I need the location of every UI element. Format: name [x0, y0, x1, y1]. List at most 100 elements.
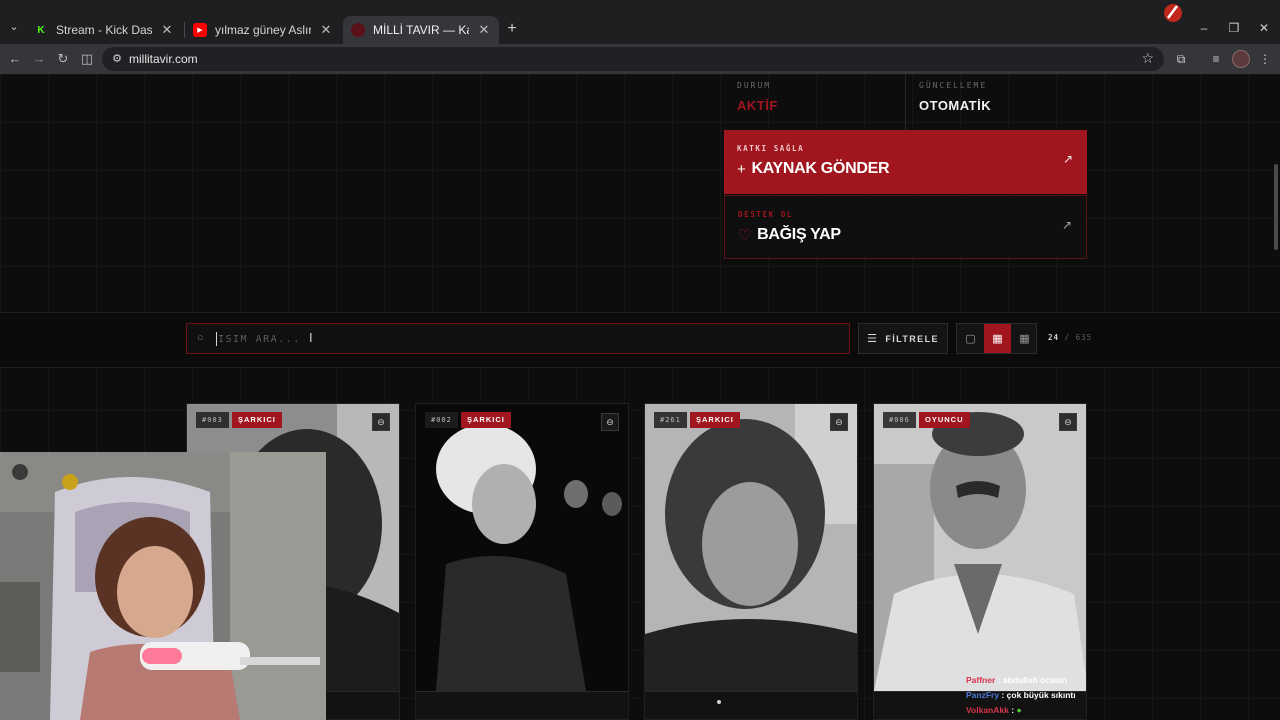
card-number: #002 — [425, 412, 458, 428]
view-grid-3x3-icon[interactable]: ▦ — [1011, 324, 1038, 353]
card-number: #006 — [883, 412, 916, 428]
kaynak-gonder-button[interactable]: KATKI SAĞLA + KAYNAK GÖNDER ↗ — [724, 130, 1087, 194]
media-controls-icon[interactable]: ≡ — [1207, 50, 1225, 68]
stat-label: GÜNCELLEME — [919, 81, 988, 90]
search-input[interactable] — [218, 330, 818, 348]
chat-message: VolkanAkk : ● — [966, 705, 1106, 720]
page-scrollbar[interactable] — [1274, 164, 1278, 250]
category-badge: ŞARKICI — [461, 412, 511, 428]
person-photo — [645, 404, 857, 691]
person-card[interactable]: #002 ŞARKICI ⊖ — [415, 403, 629, 720]
close-icon[interactable]: ✕ — [160, 22, 174, 38]
heart-icon: ♡ — [738, 227, 752, 244]
chat-username: VolkanAkk — [966, 705, 1009, 715]
plus-icon: + — [737, 160, 746, 178]
filter-label: FİLTRELE — [885, 333, 939, 344]
tab-title: Stream - Kick Dashboard — [56, 23, 152, 37]
back-icon[interactable]: ← — [6, 50, 24, 68]
view-grid-2x2-icon[interactable]: ▦ — [984, 324, 1011, 353]
arrow-up-right-icon: ↗ — [1061, 218, 1072, 232]
search-icon: ○ — [197, 332, 204, 344]
count-separator: / — [1064, 333, 1071, 342]
shown-count: 24 — [1048, 333, 1060, 342]
cta-label: DESTEK OL — [738, 210, 794, 219]
tab-kick-dashboard[interactable]: K Stream - Kick Dashboard ✕ — [26, 16, 182, 44]
chat-username: PanzFry — [966, 690, 1000, 700]
total-count: 635 — [1075, 333, 1093, 342]
card-footer — [645, 691, 857, 719]
stat-value: OTOMATİK — [919, 98, 992, 113]
profile-avatar[interactable] — [1232, 50, 1250, 68]
browser-toolbar: ← → ↻ ◫ ⚙ millitavir.com ☆ ⧉ ≡ ⋮ — [0, 44, 1280, 74]
stream-chat-overlay: Paffner : abdullah öcalan PanzFry : çok … — [966, 675, 1106, 720]
menu-kebab-icon[interactable]: ⋮ — [1256, 50, 1274, 68]
chat-text: : çok büyük sıkıntı — [1001, 690, 1076, 700]
url-text: millitavir.com — [129, 52, 198, 66]
reload-icon[interactable]: ↻ — [54, 50, 72, 68]
text-caret — [216, 332, 217, 346]
category-badge: ŞARKICI — [690, 412, 740, 428]
stat-guncelleme: GÜNCELLEME OTOMATİK — [919, 74, 1089, 130]
tab-youtube[interactable]: ▶ yılmaz güney Aslında Kimdi? | Y ✕ — [185, 16, 341, 44]
person-card[interactable]: #261 ŞARKICI ⊖ — [644, 403, 858, 720]
site-icon — [351, 23, 365, 37]
chat-username: Paffner — [966, 675, 996, 685]
close-icon[interactable]: ✕ — [477, 22, 491, 38]
filter-button[interactable]: ☰ FİLTRELE — [858, 323, 948, 354]
category-badge: OYUNCU — [919, 412, 970, 428]
site-info-icon[interactable]: ⚙ — [110, 52, 124, 66]
link-icon[interactable]: ⊖ — [1059, 413, 1077, 431]
arrow-up-right-icon: ↗ — [1062, 152, 1073, 166]
card-footer — [416, 691, 628, 719]
forward-icon[interactable]: → — [30, 50, 48, 68]
chat-message: PanzFry : çok büyük sıkıntı — [966, 690, 1106, 705]
tab-search-icon[interactable]: ⌄ — [6, 20, 22, 36]
carousel-dot[interactable] — [717, 700, 721, 704]
card-number: #261 — [654, 412, 687, 428]
tab-milli-tavir[interactable]: MİLLİ TAVIR — Kamuya Açık Pe ✕ — [343, 16, 499, 44]
person-photo — [416, 404, 628, 691]
chat-text: : abdullah öcalan — [997, 675, 1068, 685]
chat-emote-icon: ● — [1016, 705, 1022, 715]
link-icon[interactable]: ⊖ — [601, 413, 619, 431]
kick-icon: K — [34, 23, 48, 37]
close-window-icon[interactable]: ✕ — [1256, 20, 1272, 36]
card-number: #003 — [196, 412, 229, 428]
extensions-icon[interactable]: ⧉ — [1172, 50, 1190, 68]
link-icon[interactable]: ⊖ — [372, 413, 390, 431]
stat-durum: DURUM AKTİF — [737, 74, 907, 130]
cta-title: + KAYNAK GÖNDER — [737, 160, 890, 178]
split-view-icon[interactable]: ◫ — [78, 50, 96, 68]
stat-divider — [905, 74, 906, 130]
minimize-icon[interactable]: – — [1196, 20, 1212, 36]
chat-message: Paffner : abdullah öcalan — [966, 675, 1106, 690]
new-tab-plus-icon[interactable]: + — [503, 20, 521, 38]
text-cursor-icon: I — [309, 330, 313, 345]
category-badge: ŞARKICI — [232, 412, 282, 428]
person-photo — [874, 404, 1086, 691]
cta-title: ♡ BAĞIŞ YAP — [738, 226, 841, 244]
webcam-overlay — [0, 452, 326, 720]
person-card[interactable]: #006 OYUNCU ⊖ — [873, 403, 1087, 720]
youtube-icon: ▶ — [193, 23, 207, 37]
view-toggle-group: ▢ ▦ ▦ — [956, 323, 1037, 354]
result-count: 24 / 635 — [1048, 333, 1092, 342]
close-icon[interactable]: ✕ — [319, 22, 333, 38]
browser-tab-bar: ⌄ K Stream - Kick Dashboard ✕ ▶ yılmaz g… — [0, 0, 1280, 44]
tab-title: MİLLİ TAVIR — Kamuya Açık Pe — [373, 23, 469, 37]
bagis-yap-button[interactable]: DESTEK OL ♡ BAĞIŞ YAP ↗ — [724, 195, 1087, 259]
view-single-icon[interactable]: ▢ — [957, 324, 984, 353]
cta-label: KATKI SAĞLA — [737, 144, 805, 153]
bookmark-star-icon[interactable]: ☆ — [1141, 50, 1154, 67]
cta-title-text: KAYNAK GÖNDER — [751, 160, 890, 177]
stat-value: AKTİF — [737, 98, 778, 113]
extension-logo-icon — [1164, 4, 1182, 22]
cta-title-text: BAĞIŞ YAP — [757, 226, 841, 243]
tab-title: yılmaz güney Aslında Kimdi? | Y — [215, 23, 311, 37]
search-box[interactable]: ○ — [186, 323, 850, 354]
restore-icon[interactable]: ❐ — [1226, 20, 1242, 36]
chat-text: : — [1011, 705, 1015, 715]
link-icon[interactable]: ⊖ — [830, 413, 848, 431]
address-bar[interactable]: ⚙ millitavir.com ☆ — [102, 47, 1164, 71]
stat-label: DURUM — [737, 81, 772, 90]
